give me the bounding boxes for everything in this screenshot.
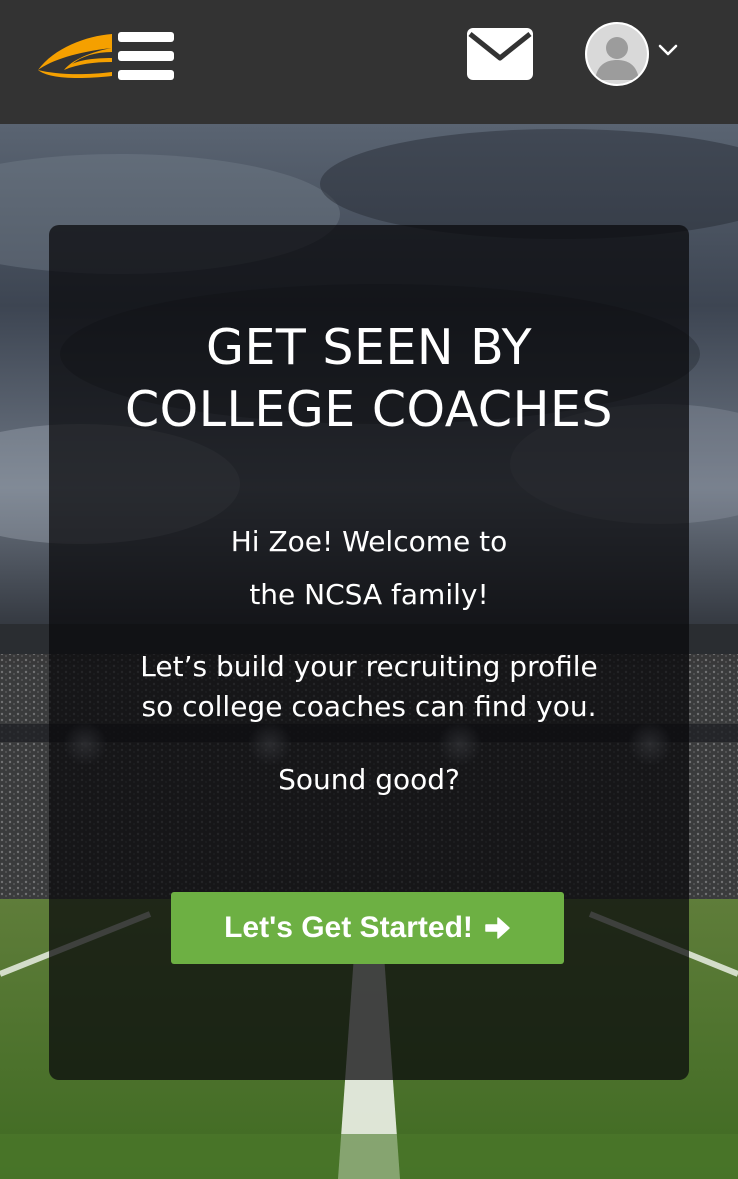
pitch-line-2: so college coaches can find you. bbox=[141, 690, 597, 723]
welcome-line-2: the NCSA family! bbox=[249, 578, 489, 611]
envelope-icon[interactable] bbox=[467, 28, 533, 80]
page-title: GET SEEN BY COLLEGE COACHES bbox=[49, 317, 689, 441]
arrow-right-icon bbox=[485, 917, 510, 939]
welcome-card: GET SEEN BY COLLEGE COACHES Hi Zoe! Welc… bbox=[49, 225, 689, 1080]
avatar[interactable] bbox=[585, 22, 649, 86]
chevron-down-icon[interactable] bbox=[656, 38, 680, 62]
menu-line bbox=[118, 70, 174, 80]
welcome-line-1: Hi Zoe! Welcome to bbox=[230, 525, 508, 558]
user-silhouette-icon bbox=[587, 24, 647, 84]
get-started-button[interactable]: Let's Get Started! bbox=[171, 892, 564, 964]
pitch-line-1: Let’s build your recruiting profile bbox=[140, 650, 598, 683]
top-navigation-bar bbox=[0, 0, 738, 124]
headline-line-2: COLLEGE COACHES bbox=[124, 381, 614, 438]
headline-line-1: GET SEEN BY bbox=[205, 319, 533, 376]
question-text: Sound good? bbox=[278, 763, 460, 796]
pitch-message: Let’s build your recruiting profile so c… bbox=[49, 647, 689, 727]
welcome-message: Hi Zoe! Welcome to the NCSA family! bbox=[49, 515, 689, 621]
menu-line bbox=[118, 32, 174, 42]
get-started-label: Let's Get Started! bbox=[224, 911, 473, 944]
menu-line bbox=[118, 51, 174, 61]
ncsa-logo-icon[interactable] bbox=[34, 30, 114, 82]
menu-icon[interactable] bbox=[118, 32, 174, 80]
